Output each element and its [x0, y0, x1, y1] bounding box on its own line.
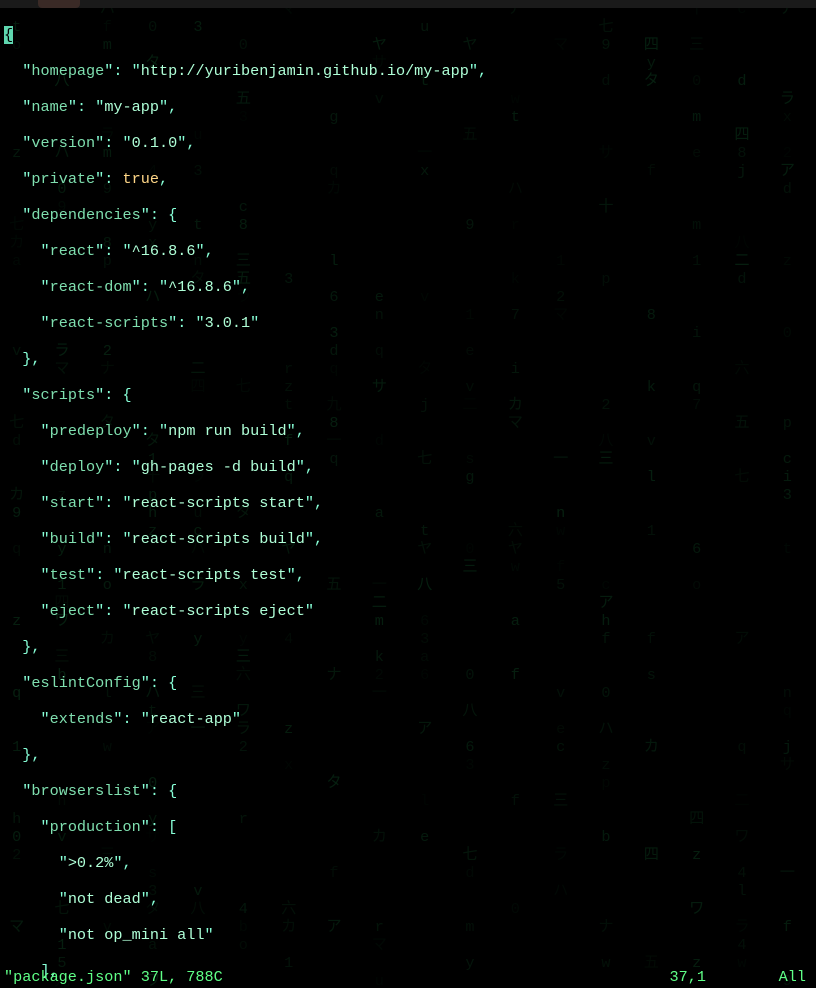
code-line: "eject": "react-scripts eject" [4, 602, 816, 620]
status-scroll: All [779, 968, 806, 986]
code-line: "predeploy": "npm run build", [4, 422, 816, 440]
code-line: "scripts": { [4, 386, 816, 404]
code-line: { [4, 26, 816, 44]
code-line: "test": "react-scripts test", [4, 566, 816, 584]
code-line: "name": "my-app", [4, 98, 816, 116]
code-line: }, [4, 638, 816, 656]
code-line: "homepage": "http://yuribenjamin.github.… [4, 62, 816, 80]
status-cursor-pos: 37,1 [670, 968, 706, 986]
code-line: "production": [ [4, 818, 816, 836]
window-tab [38, 0, 80, 8]
code-line: "version": "0.1.0", [4, 134, 816, 152]
code-line: "extends": "react-app" [4, 710, 816, 728]
code-line: "eslintConfig": { [4, 674, 816, 692]
code-line: "deploy": "gh-pages -d build", [4, 458, 816, 476]
code-line: "react-scripts": "3.0.1" [4, 314, 816, 332]
cursor-open-brace: { [4, 26, 13, 44]
code-line: }, [4, 350, 816, 368]
code-line: "browserslist": { [4, 782, 816, 800]
code-line: "react": "^16.8.6", [4, 242, 816, 260]
code-line: "dependencies": { [4, 206, 816, 224]
code-line: "not op_mini all" [4, 926, 816, 944]
code-line: }, [4, 746, 816, 764]
status-filename: "package.json" 37L, 788C [4, 968, 223, 986]
vim-editor[interactable]: { "homepage": "http://yuribenjamin.githu… [0, 0, 816, 988]
code-line: "start": "react-scripts start", [4, 494, 816, 512]
vim-status-line: "package.json" 37L, 788C 37,1 All [0, 968, 816, 988]
code-line: "private": true, [4, 170, 816, 188]
code-line: "not dead", [4, 890, 816, 908]
code-line: "react-dom": "^16.8.6", [4, 278, 816, 296]
window-titlebar [0, 0, 816, 8]
code-line: ">0.2%", [4, 854, 816, 872]
code-line: "build": "react-scripts build", [4, 530, 816, 548]
